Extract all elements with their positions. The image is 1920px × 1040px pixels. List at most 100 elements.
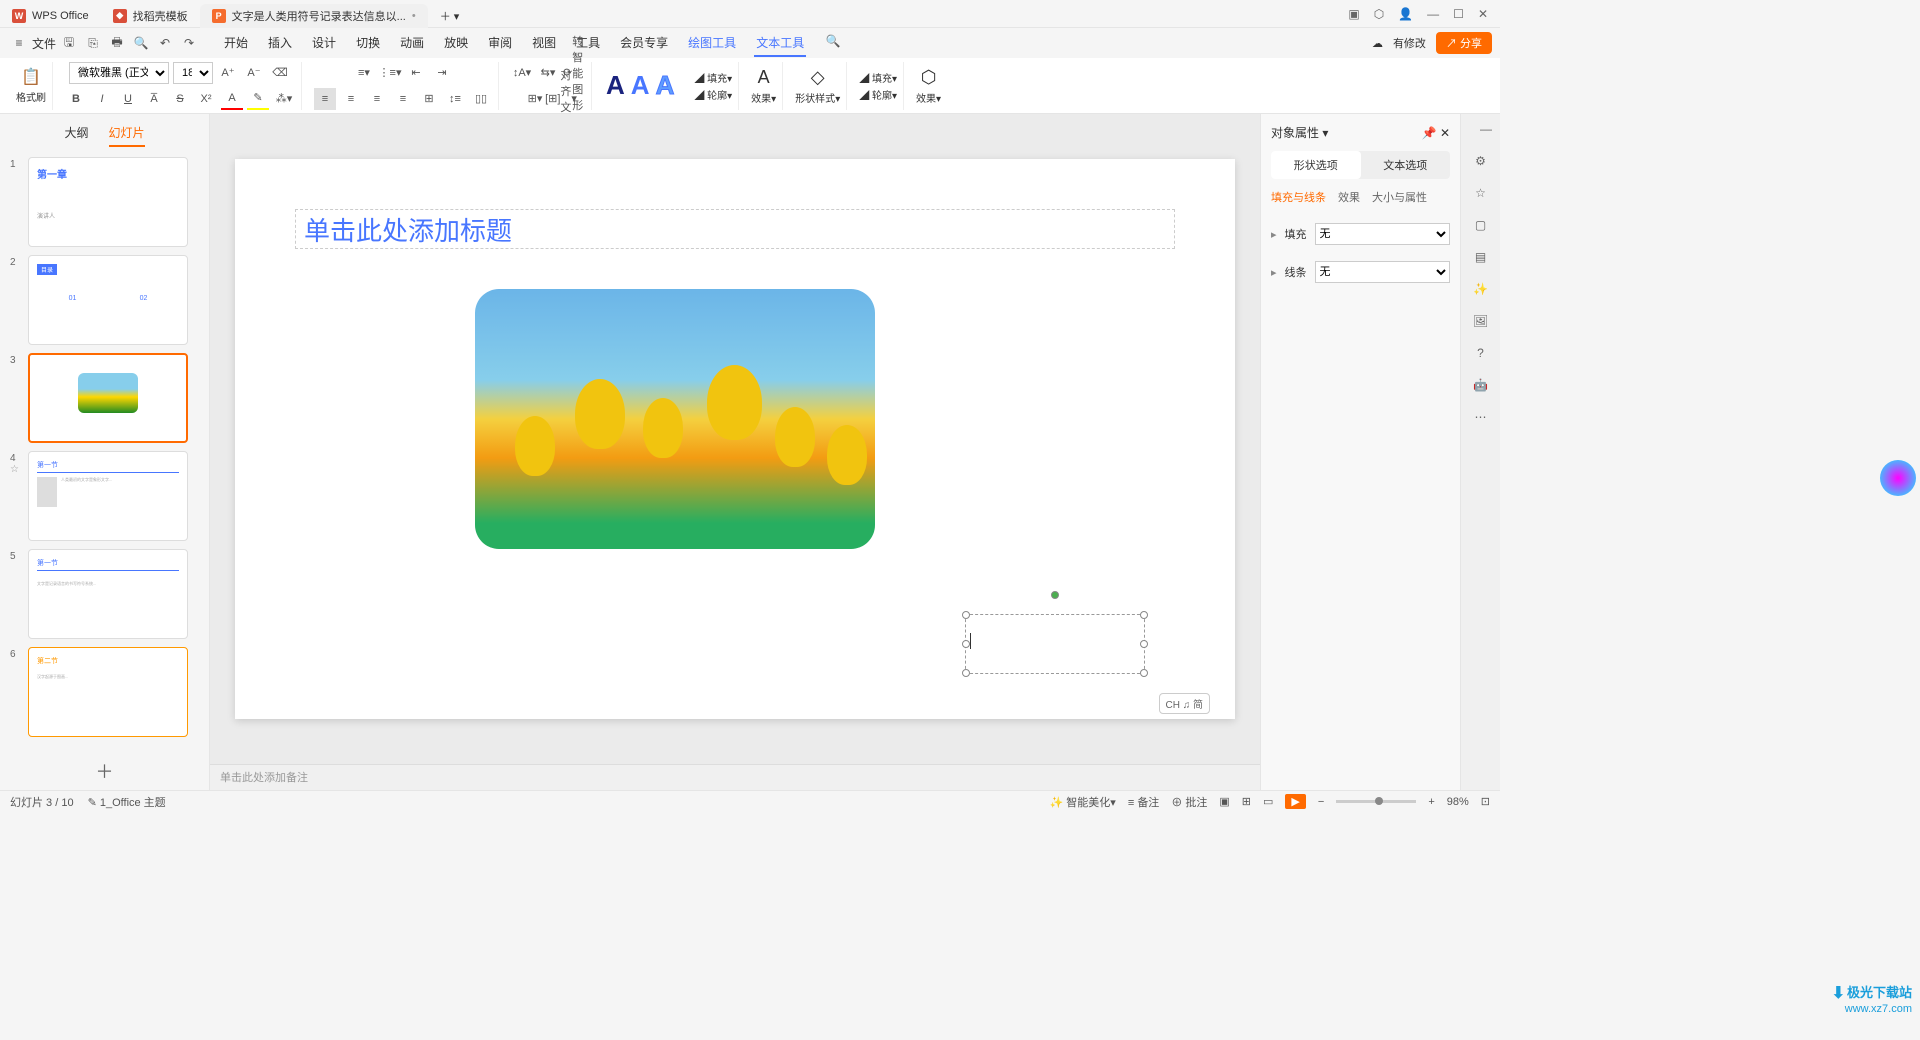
redo-icon[interactable]: ↷ bbox=[178, 32, 200, 54]
align-center-icon[interactable]: ≡ bbox=[340, 88, 362, 110]
shape-style-icon[interactable]: ◇ bbox=[811, 67, 825, 88]
menu-tab-insert[interactable]: 插入 bbox=[266, 30, 294, 57]
star-icon[interactable]: ☆ bbox=[1475, 186, 1486, 200]
resize-handle[interactable] bbox=[1140, 669, 1148, 677]
wordart-style-1[interactable]: A bbox=[606, 70, 625, 101]
notes-pane[interactable]: 单击此处添加备注 bbox=[210, 764, 1260, 790]
thumb-5[interactable]: 第一节文字是记录语言的书写符号系统... bbox=[28, 549, 188, 639]
save-icon[interactable]: 🖫 bbox=[58, 32, 80, 54]
help-icon[interactable]: ? bbox=[1477, 346, 1484, 360]
text-fill-button[interactable]: ◢ 填充▾ bbox=[694, 70, 732, 85]
zoom-in-icon[interactable]: + bbox=[1428, 796, 1434, 808]
align-left-icon[interactable]: ≡ bbox=[314, 88, 336, 110]
collapse-icon[interactable]: — bbox=[1480, 122, 1492, 136]
option-tab-shape[interactable]: 形状选项 bbox=[1271, 151, 1361, 179]
menu-tab-texttools[interactable]: 文本工具 bbox=[754, 30, 806, 57]
cube-icon[interactable]: ⬡ bbox=[1374, 7, 1384, 21]
align-text-button[interactable]: [⊞] 对齐文本▾ bbox=[550, 88, 572, 110]
view-sorter-icon[interactable]: ⊞ bbox=[1242, 795, 1251, 808]
print-icon[interactable]: 🖶 bbox=[106, 32, 128, 54]
tab-templates[interactable]: ◆ 找稻壳模板 bbox=[101, 4, 200, 28]
thumb-1[interactable]: 第一章演讲人 bbox=[28, 157, 188, 247]
highlight-icon[interactable]: ✎ bbox=[247, 88, 269, 110]
expand-icon[interactable]: ▸ bbox=[1271, 228, 1277, 241]
text-outline-button[interactable]: ◢ 轮廓▾ bbox=[694, 87, 732, 102]
fill-select[interactable]: 无 bbox=[1315, 223, 1450, 245]
more-icon[interactable]: ⋯ bbox=[1475, 410, 1487, 424]
menu-tab-design[interactable]: 设计 bbox=[310, 30, 338, 57]
slide-image[interactable] bbox=[475, 289, 875, 549]
tab-stops-icon[interactable]: ⊞▾ bbox=[524, 88, 546, 110]
decrease-font-icon[interactable]: A⁻ bbox=[243, 62, 265, 84]
slide-title-placeholder[interactable]: 单击此处添加标题 bbox=[295, 209, 1175, 249]
fit-icon[interactable]: ⊡ bbox=[1481, 795, 1490, 808]
subtab-effect[interactable]: 效果 bbox=[1338, 189, 1360, 205]
preview-icon[interactable]: 🔍 bbox=[130, 32, 152, 54]
font-size-select[interactable]: 18 bbox=[173, 62, 213, 84]
font-color-icon[interactable]: A bbox=[221, 88, 243, 110]
undo-icon[interactable]: ↶ bbox=[154, 32, 176, 54]
close-panel-icon[interactable]: ✕ bbox=[1440, 126, 1450, 140]
text-direction-icon[interactable]: ↕A▾ bbox=[511, 62, 533, 84]
assistant-badge[interactable] bbox=[1880, 460, 1916, 496]
panel-tab-slides[interactable]: 幻灯片 bbox=[109, 124, 145, 147]
expand-icon[interactable]: ▸ bbox=[1271, 266, 1277, 279]
zoom-value[interactable]: 98% bbox=[1447, 796, 1469, 808]
rotate-handle[interactable] bbox=[1051, 591, 1059, 599]
menu-tab-start[interactable]: 开始 bbox=[222, 30, 250, 57]
adjust-icon[interactable]: ⚙ bbox=[1475, 154, 1486, 168]
shape-outline-button[interactable]: ◢ 轮廓▾ bbox=[859, 87, 897, 102]
text-effect-label[interactable]: 效果▾ bbox=[751, 90, 776, 105]
panel-tab-outline[interactable]: 大纲 bbox=[64, 124, 88, 147]
font-name-select[interactable]: 微软雅黑 (正文) bbox=[69, 62, 169, 84]
tab-document[interactable]: P 文字是人类用符号记录表达信息以... • bbox=[200, 4, 428, 28]
line-spacing-icon[interactable]: ↕≡ bbox=[444, 88, 466, 110]
image-icon[interactable]: 🖼 bbox=[1473, 314, 1488, 328]
align-distribute-icon[interactable]: ⊞ bbox=[418, 88, 440, 110]
clear-format-icon[interactable]: ⌫ bbox=[269, 62, 291, 84]
new-tab-button[interactable]: ＋ ▾ bbox=[428, 4, 472, 28]
menu-tab-slideshow[interactable]: 放映 bbox=[442, 30, 470, 57]
thumb-2[interactable]: 目录0102 bbox=[28, 255, 188, 345]
magic-icon[interactable]: ✨ bbox=[1473, 282, 1488, 296]
user-avatar-icon[interactable]: 👤 bbox=[1398, 7, 1413, 21]
line-select[interactable]: 无 bbox=[1315, 261, 1450, 283]
wordart-style-2[interactable]: A bbox=[631, 70, 650, 101]
wordart-style-3[interactable]: A bbox=[656, 70, 675, 101]
align-right-icon[interactable]: ≡ bbox=[366, 88, 388, 110]
beautify-button[interactable]: ✨ 智能美化▾ bbox=[1050, 794, 1116, 810]
layers-icon[interactable]: ▤ bbox=[1475, 250, 1486, 264]
thumb-6[interactable]: 第二节汉字起源于图画... bbox=[28, 647, 188, 737]
menu-tab-transition[interactable]: 切换 bbox=[354, 30, 382, 57]
shape-fill-button[interactable]: ◢ 填充▾ bbox=[859, 70, 897, 85]
shape-effect-label[interactable]: 效果▾ bbox=[916, 90, 941, 105]
shape-effect-icon[interactable]: ⬡ bbox=[921, 67, 937, 88]
format-brush-icon[interactable]: 📋 bbox=[21, 67, 41, 87]
text-effect-icon[interactable]: A bbox=[758, 67, 770, 88]
thumb-4[interactable]: 第一节人类最初的文字是象形文字... bbox=[28, 451, 188, 541]
slideshow-icon[interactable]: ▶ bbox=[1285, 794, 1305, 809]
view-reading-icon[interactable]: ▭ bbox=[1263, 795, 1273, 808]
slides-icon[interactable]: ▢ bbox=[1475, 218, 1486, 232]
numbering-icon[interactable]: ⋮≡▾ bbox=[379, 62, 401, 84]
resize-handle[interactable] bbox=[962, 669, 970, 677]
maximize-button[interactable]: ☐ bbox=[1453, 7, 1464, 21]
add-slide-button[interactable]: ＋ bbox=[0, 752, 209, 790]
thumb-3[interactable] bbox=[28, 353, 188, 443]
export-icon[interactable]: ⎘ bbox=[82, 32, 104, 54]
option-tab-text[interactable]: 文本选项 bbox=[1361, 151, 1451, 179]
zoom-thumb[interactable] bbox=[1375, 797, 1383, 805]
resize-handle[interactable] bbox=[1140, 640, 1148, 648]
slide-canvas[interactable]: 单击此处添加标题 bbox=[235, 159, 1235, 719]
menu-tab-review[interactable]: 审阅 bbox=[486, 30, 514, 57]
columns-icon[interactable]: ▯▯ bbox=[470, 88, 492, 110]
subtab-size[interactable]: 大小与属性 bbox=[1372, 189, 1427, 205]
subtab-fill[interactable]: 填充与线条 bbox=[1271, 189, 1326, 205]
superscript-icon[interactable]: X² bbox=[195, 88, 217, 110]
indent-dec-icon[interactable]: ⇤ bbox=[405, 62, 427, 84]
resize-handle[interactable] bbox=[962, 640, 970, 648]
tab-home[interactable]: W WPS Office bbox=[0, 4, 101, 28]
minimize-button[interactable]: — bbox=[1427, 7, 1439, 21]
strikethrough-icon[interactable]: A̅ bbox=[143, 88, 165, 110]
bullets-icon[interactable]: ≡▾ bbox=[353, 62, 375, 84]
